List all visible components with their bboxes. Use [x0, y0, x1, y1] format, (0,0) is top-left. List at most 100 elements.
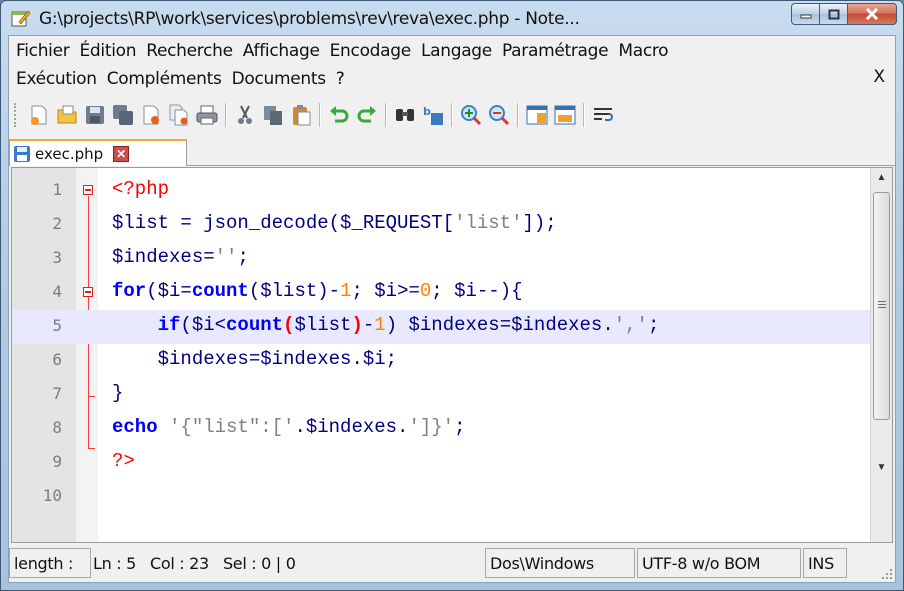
- toolbar-separator: [517, 103, 519, 127]
- code-text: $list = json_decode($_REQUEST['list']);: [112, 212, 557, 234]
- menu-documents[interactable]: Documents: [227, 67, 331, 91]
- client-area: Fichier Édition Recherche Affichage Enco…: [8, 35, 896, 583]
- sync-vertical-button[interactable]: [525, 103, 549, 127]
- open-file-button[interactable]: [55, 103, 79, 127]
- redo-icon: [357, 106, 376, 123]
- status-bar: length : Ln : 5 Col : 23 Sel : 0 | 0 Dos…: [9, 544, 895, 582]
- window-title: G:\projects\RP\work\services\problems\re…: [39, 9, 580, 29]
- paste-button[interactable]: [289, 103, 313, 127]
- zoom-in-icon: [461, 105, 482, 126]
- thumb-grip: [878, 307, 886, 308]
- line-number: 1: [52, 180, 62, 199]
- zoom-out-button[interactable]: [487, 103, 511, 127]
- close-all-button[interactable]: [167, 103, 191, 127]
- menu-parametrage[interactable]: Paramétrage: [497, 39, 613, 63]
- menu-row-2: Exécution Compléments Documents ?: [11, 66, 350, 92]
- line-number: 4: [52, 282, 62, 301]
- menu-affichage[interactable]: Affichage: [238, 39, 325, 63]
- code-line[interactable]: 8 echo '{"list":['.$indexes.']}';: [12, 412, 872, 446]
- new-file-button[interactable]: [27, 103, 51, 127]
- resize-grip-icon[interactable]: [879, 566, 893, 580]
- menu-execution[interactable]: Exécution: [11, 67, 102, 91]
- toolbar-separator: [319, 103, 321, 127]
- vertical-scrollbar[interactable]: ▲ ▼: [870, 168, 892, 542]
- maximize-button[interactable]: [820, 3, 848, 25]
- word-wrap-icon: [594, 108, 613, 121]
- menu-encodage[interactable]: Encodage: [325, 39, 416, 63]
- sync-horizontal-icon: [554, 105, 576, 125]
- scroll-up-icon[interactable]: ▲: [871, 168, 892, 188]
- line-number: 2: [52, 214, 62, 233]
- thumb-grip: [878, 301, 886, 302]
- toolbar-separator: [583, 103, 585, 127]
- code-text: ?>: [112, 450, 135, 472]
- menu-edition[interactable]: Édition: [74, 39, 141, 63]
- svg-text:b: b: [423, 105, 431, 118]
- line-number: 5: [52, 316, 62, 335]
- line-number: 6: [52, 350, 62, 369]
- paste-icon: [293, 105, 311, 126]
- find-button[interactable]: [393, 103, 417, 127]
- menu-help[interactable]: ?: [331, 67, 350, 91]
- menu-complements[interactable]: Compléments: [102, 67, 227, 91]
- toolbar-separator: [385, 103, 387, 127]
- code-line[interactable]: 6 $indexes=$indexes.$i;: [12, 344, 872, 378]
- code-line[interactable]: 4 for($i=count($list)-1; $i>=0; $i--){: [12, 276, 872, 310]
- code-line[interactable]: 3 $indexes='';: [12, 242, 872, 276]
- scroll-thumb[interactable]: [873, 192, 890, 420]
- line-number: 10: [42, 486, 62, 505]
- status-ln: Ln : 5: [93, 553, 136, 573]
- status-insert-mode: INS: [803, 548, 847, 578]
- print-button[interactable]: [195, 103, 219, 127]
- line-number: 8: [52, 418, 62, 437]
- tab-close-icon[interactable]: ✕: [113, 145, 130, 162]
- status-sel: Sel : 0 | 0: [222, 553, 296, 573]
- minimize-button[interactable]: [791, 3, 820, 25]
- code-lines: 1 <?php 2 $list = json_decode($_REQUEST[…: [12, 174, 872, 514]
- save-all-button[interactable]: [111, 103, 135, 127]
- tab-exec-php[interactable]: exec.php ✕: [9, 139, 187, 166]
- close-button[interactable]: [848, 3, 897, 25]
- line-number: 3: [52, 248, 62, 267]
- toolbar-grip[interactable]: [14, 103, 20, 127]
- toolbar-separator: [451, 103, 453, 127]
- copy-button[interactable]: [261, 103, 285, 127]
- code-line[interactable]: 2 $list = json_decode($_REQUEST['list'])…: [12, 208, 872, 242]
- redo-button[interactable]: [355, 103, 379, 127]
- thumb-grip: [878, 304, 886, 305]
- code-line[interactable]: 10: [12, 480, 872, 514]
- code-line[interactable]: 1 <?php: [12, 174, 872, 208]
- menu-macro[interactable]: Macro: [613, 39, 673, 63]
- code-text: echo '{"list":['.$indexes.']}';: [112, 416, 466, 438]
- zoom-in-button[interactable]: [459, 103, 483, 127]
- close-document-button[interactable]: X: [873, 67, 885, 87]
- line-number: 9: [52, 452, 62, 471]
- menu-langage[interactable]: Langage: [416, 39, 497, 63]
- save-button[interactable]: [83, 103, 107, 127]
- code-text: $indexes=$indexes.$i;: [112, 348, 398, 370]
- code-line[interactable]: 7 }: [12, 378, 872, 412]
- close-file-button[interactable]: [139, 103, 163, 127]
- code-line[interactable]: 9 ?>: [12, 446, 872, 480]
- undo-button[interactable]: [327, 103, 351, 127]
- code-line-current[interactable]: 5 if($i<count($list)-1) $indexes=$indexe…: [12, 310, 872, 344]
- code-editor[interactable]: 1 <?php 2 $list = json_decode($_REQUEST[…: [11, 167, 893, 543]
- maximize-icon: [828, 9, 839, 19]
- code-text: if($i<count($list)-1) $indexes=$indexes.…: [157, 314, 660, 336]
- cut-button[interactable]: [233, 103, 257, 127]
- menu-recherche[interactable]: Recherche: [141, 39, 238, 63]
- new-file-icon: [31, 105, 47, 125]
- word-wrap-button[interactable]: [591, 103, 615, 127]
- print-icon: [196, 105, 218, 125]
- scroll-down-icon[interactable]: ▼: [871, 458, 892, 478]
- saved-file-icon: [14, 145, 30, 162]
- notepadpp-app-icon: [11, 10, 31, 27]
- copy-icon: [264, 106, 282, 125]
- title-bar[interactable]: G:\projects\RP\work\services\problems\re…: [1, 1, 903, 35]
- line-number: 7: [52, 384, 62, 403]
- sync-horizontal-button[interactable]: [553, 103, 577, 127]
- undo-icon: [330, 106, 349, 123]
- replace-button[interactable]: b: [421, 103, 445, 127]
- tab-bar: exec.php ✕: [9, 136, 895, 166]
- menu-fichier[interactable]: Fichier: [11, 39, 74, 63]
